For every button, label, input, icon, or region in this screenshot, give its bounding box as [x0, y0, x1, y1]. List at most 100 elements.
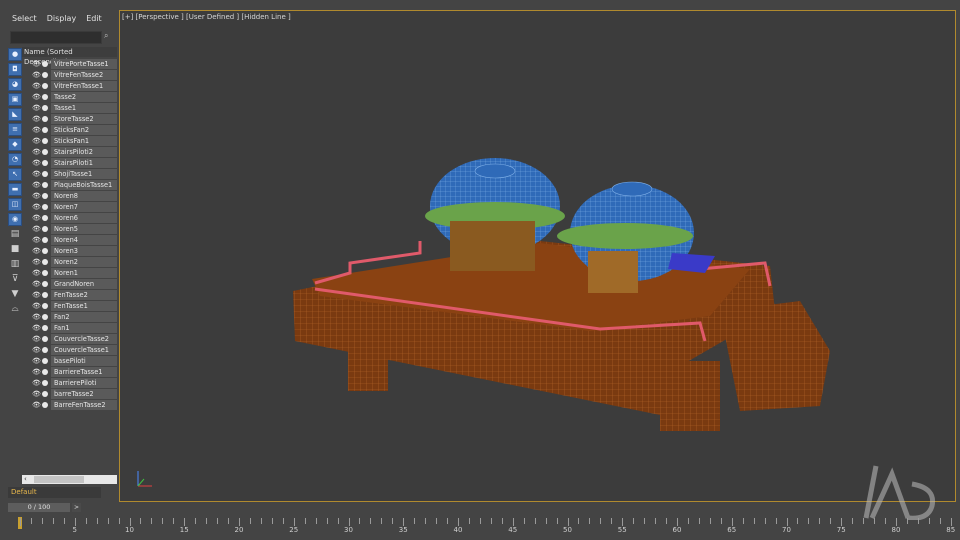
list-item[interactable]: 👁 StairsPiloti2	[32, 147, 117, 157]
visibility-eye-icon[interactable]: 👁	[32, 181, 41, 189]
layer-field[interactable]: Default	[8, 487, 101, 498]
freeze-dot-icon[interactable]	[42, 358, 48, 364]
white-square-icon[interactable]: ■	[8, 243, 22, 256]
freeze-dot-icon[interactable]	[42, 292, 48, 298]
freeze-dot-icon[interactable]	[42, 303, 48, 309]
scroll-left-icon[interactable]: ‹	[24, 475, 27, 483]
object-name[interactable]: Noren8	[51, 191, 117, 201]
visibility-eye-icon[interactable]: 👁	[32, 60, 41, 68]
spacewarps-filter-icon[interactable]: ◆	[8, 138, 22, 151]
object-name[interactable]: SticksFan1	[51, 136, 117, 146]
search-input[interactable]	[10, 31, 102, 44]
object-name[interactable]: Noren7	[51, 202, 117, 212]
visibility-eye-icon[interactable]: 👁	[32, 313, 41, 321]
next-frame-button[interactable]: >	[72, 503, 81, 512]
cameras-filter-icon[interactable]: ◣	[8, 108, 22, 121]
list-item[interactable]: 👁 Tasse1	[32, 103, 117, 113]
list-item[interactable]: 👁 VitrePorteTasse1	[32, 59, 117, 69]
object-name[interactable]: Fan1	[51, 323, 117, 333]
list-icon[interactable]: ▥	[8, 258, 22, 271]
containers-filter-icon[interactable]: ◫	[8, 198, 22, 211]
freeze-dot-icon[interactable]	[42, 226, 48, 232]
object-name[interactable]: CouvercleTasse2	[51, 334, 117, 344]
visibility-eye-icon[interactable]: 👁	[32, 357, 41, 365]
visibility-eye-icon[interactable]: 👁	[32, 170, 41, 178]
visibility-eye-icon[interactable]: 👁	[32, 368, 41, 376]
visibility-eye-icon[interactable]: 👁	[32, 379, 41, 387]
list-item[interactable]: 👁 Noren7	[32, 202, 117, 212]
visibility-eye-icon[interactable]: 👁	[32, 335, 41, 343]
freeze-dot-icon[interactable]	[42, 369, 48, 375]
freeze-dot-icon[interactable]	[42, 138, 48, 144]
object-name[interactable]: StairsPiloti1	[51, 158, 117, 168]
freeze-dot-icon[interactable]	[42, 347, 48, 353]
object-name[interactable]: StoreTasse2	[51, 114, 117, 124]
groups-filter-icon[interactable]: ◔	[8, 153, 22, 166]
freeze-dot-icon[interactable]	[42, 215, 48, 221]
shapes-filter-icon[interactable]: ◕	[8, 78, 22, 91]
menu-select[interactable]: Select	[6, 12, 41, 30]
visibility-eye-icon[interactable]: 👁	[32, 126, 41, 134]
object-name[interactable]: FenTasse2	[51, 290, 117, 300]
visibility-eye-icon[interactable]: 👁	[32, 280, 41, 288]
list-item[interactable]: 👁 CouvercleTasse2	[32, 334, 117, 344]
menu-edit[interactable]: Edit	[80, 12, 106, 30]
object-name[interactable]: Noren3	[51, 246, 117, 256]
object-name[interactable]: VitreFenTasse2	[51, 70, 117, 80]
freeze-dot-icon[interactable]	[42, 83, 48, 89]
visibility-eye-icon[interactable]: 👁	[32, 291, 41, 299]
visibility-eye-icon[interactable]: 👁	[32, 71, 41, 79]
freeze-dot-icon[interactable]	[42, 182, 48, 188]
object-name[interactable]: Noren2	[51, 257, 117, 267]
viewport-label[interactable]: [+] [Perspective ] [User Defined ] [Hidd…	[122, 13, 291, 21]
bracket-icon[interactable]: ⌓	[8, 303, 22, 316]
visibility-eye-icon[interactable]: 👁	[32, 236, 41, 244]
freeze-dot-icon[interactable]	[42, 127, 48, 133]
frame-indicator[interactable]: 0 / 100	[8, 503, 70, 512]
list-item[interactable]: 👁 basePiloti	[32, 356, 117, 366]
visibility-eye-icon[interactable]: 👁	[32, 192, 41, 200]
freeze-dot-icon[interactable]	[42, 314, 48, 320]
freeze-dot-icon[interactable]	[42, 391, 48, 397]
object-name[interactable]: BarrierePiloti	[51, 378, 117, 388]
freeze-dot-icon[interactable]	[42, 336, 48, 342]
object-name[interactable]: Fan2	[51, 312, 117, 322]
list-item[interactable]: 👁 Noren4	[32, 235, 117, 245]
freeze-dot-icon[interactable]	[42, 248, 48, 254]
list-item[interactable]: 👁 Noren2	[32, 257, 117, 267]
visibility-eye-icon[interactable]: 👁	[32, 401, 41, 409]
freeze-dot-icon[interactable]	[42, 325, 48, 331]
list-item[interactable]: 👁 barreTasse2	[32, 389, 117, 399]
object-name[interactable]: GrandNoren	[51, 279, 117, 289]
object-name[interactable]: BarriereTasse1	[51, 367, 117, 377]
visibility-eye-icon[interactable]: 👁	[32, 159, 41, 167]
list-item[interactable]: 👁 Noren5	[32, 224, 117, 234]
object-name[interactable]: barreTasse2	[51, 389, 117, 399]
freeze-dot-icon[interactable]	[42, 94, 48, 100]
object-name[interactable]: BarreFenTasse2	[51, 400, 117, 410]
visibility-eye-icon[interactable]: 👁	[32, 93, 41, 101]
list-item[interactable]: 👁 Noren6	[32, 213, 117, 223]
freeze-dot-icon[interactable]	[42, 193, 48, 199]
visibility-eye-icon[interactable]: 👁	[32, 269, 41, 277]
visibility-eye-icon[interactable]: 👁	[32, 302, 41, 310]
object-name[interactable]: Tasse2	[51, 92, 117, 102]
visibility-eye-icon[interactable]: 👁	[32, 214, 41, 222]
object-name[interactable]: VitrePorteTasse1	[51, 59, 117, 69]
geometry-filter-icon[interactable]: ◘	[8, 63, 22, 76]
list-item[interactable]: 👁 SticksFan1	[32, 136, 117, 146]
funnel-icon[interactable]: ▼	[8, 288, 22, 301]
object-name[interactable]: SticksFan2	[51, 125, 117, 135]
freeze-dot-icon[interactable]	[42, 116, 48, 122]
list-item[interactable]: 👁 StairsPiloti1	[32, 158, 117, 168]
list-item[interactable]: 👁 FenTasse2	[32, 290, 117, 300]
visibility-eye-icon[interactable]: 👁	[32, 324, 41, 332]
list-item[interactable]: 👁 FenTasse1	[32, 301, 117, 311]
visibility-eye-icon[interactable]: 👁	[32, 225, 41, 233]
freeze-dot-icon[interactable]	[42, 380, 48, 386]
visibility-eye-icon[interactable]: 👁	[32, 247, 41, 255]
list-item[interactable]: 👁 StoreTasse2	[32, 114, 117, 124]
object-name[interactable]: ShojiTasse1	[51, 169, 117, 179]
list-item[interactable]: 👁 GrandNoren	[32, 279, 117, 289]
freeze-dot-icon[interactable]	[42, 402, 48, 408]
